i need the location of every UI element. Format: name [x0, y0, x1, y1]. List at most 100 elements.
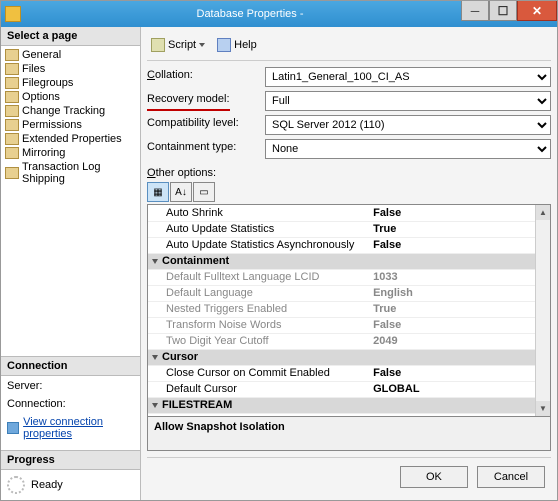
page-icon: [5, 77, 19, 89]
page-item-filegroups[interactable]: Filegroups: [1, 76, 140, 90]
grid-value: [369, 413, 550, 417]
cancel-button[interactable]: Cancel: [477, 466, 545, 488]
page-item-change-tracking[interactable]: Change Tracking: [1, 104, 140, 118]
grid-key: Close Cursor on Commit Enabled: [148, 365, 369, 381]
page-label: Options: [22, 91, 60, 103]
toolbar: Script Help: [147, 33, 551, 61]
grid-key: Transform Noise Words: [148, 317, 369, 333]
property-pages-button[interactable]: ▭: [193, 182, 215, 202]
page-item-permissions[interactable]: Permissions: [1, 118, 140, 132]
script-label: Script: [168, 39, 196, 51]
page-icon: [5, 147, 19, 159]
page-icon: [5, 49, 19, 61]
grid-row[interactable]: Default Fulltext Language LCID1033: [148, 269, 550, 285]
page-item-options[interactable]: Options: [1, 90, 140, 104]
page-list: GeneralFilesFilegroupsOptions Change Trac…: [1, 46, 140, 188]
view-connection-properties-link[interactable]: View connection properties: [7, 416, 134, 440]
grid-key: Default Language: [148, 285, 369, 301]
recovery-model-select[interactable]: Full: [265, 91, 551, 111]
page-icon: [5, 63, 19, 75]
page-item-files[interactable]: Files: [1, 62, 140, 76]
progress-status: Ready: [31, 479, 63, 491]
alphabetical-button[interactable]: A↓: [170, 182, 192, 202]
view-connection-properties-label: View connection properties: [23, 416, 134, 440]
help-label: Help: [234, 39, 257, 51]
help-icon: [217, 38, 231, 52]
grid-key: Default Fulltext Language LCID: [148, 269, 369, 285]
help-button[interactable]: Help: [213, 36, 261, 54]
grid-value: True: [369, 221, 550, 237]
expand-icon: [152, 259, 158, 264]
scroll-up-icon[interactable]: ▲: [536, 205, 550, 220]
script-button[interactable]: Script: [147, 36, 209, 54]
grid-key: FILESTREAM Directory Name: [148, 413, 369, 417]
progress-spinner-icon: [7, 476, 25, 494]
scroll-down-icon[interactable]: ▼: [536, 401, 550, 416]
app-icon: [5, 6, 21, 22]
grid-value: False: [369, 317, 550, 333]
grid-row[interactable]: FILESTREAM: [148, 397, 550, 413]
grid-row[interactable]: Cursor: [148, 349, 550, 365]
grid-row[interactable]: Close Cursor on Commit EnabledFalse: [148, 365, 550, 381]
connection-label: Connection:: [7, 398, 134, 410]
grid-row[interactable]: Default LanguageEnglish: [148, 285, 550, 301]
grid-key: Auto Update Statistics: [148, 221, 369, 237]
page-icon: [5, 105, 19, 117]
page-item-extended-properties[interactable]: Extended Properties: [1, 132, 140, 146]
maximize-button[interactable]: ☐: [489, 1, 517, 21]
grid-row[interactable]: FILESTREAM Directory Name: [148, 413, 550, 417]
close-button[interactable]: ✕: [517, 1, 557, 21]
page-icon: [5, 119, 19, 131]
grid-row[interactable]: Default CursorGLOBAL: [148, 381, 550, 397]
select-page-header: Select a page: [1, 27, 140, 46]
grid-value: False: [369, 205, 550, 221]
grid-key: Auto Update Statistics Asynchronously: [148, 237, 369, 253]
page-label: Permissions: [22, 119, 82, 131]
page-label: Mirroring: [22, 147, 65, 159]
grid-key: Default Cursor: [148, 381, 369, 397]
page-label: Transaction Log Shipping: [22, 161, 136, 185]
grid-value: 2049: [369, 333, 550, 349]
page-item-general[interactable]: General: [1, 48, 140, 62]
property-grid[interactable]: Auto ShrinkFalseAuto Update StatisticsTr…: [147, 204, 551, 417]
grid-row[interactable]: Auto ShrinkFalse: [148, 205, 550, 221]
minimize-button[interactable]: ─: [461, 1, 489, 21]
description-panel: Allow Snapshot Isolation: [147, 417, 551, 451]
page-label: Change Tracking: [22, 105, 105, 117]
grid-value: 1033: [369, 269, 550, 285]
page-icon: [5, 133, 19, 145]
grid-row[interactable]: Auto Update StatisticsTrue: [148, 221, 550, 237]
grid-row[interactable]: Transform Noise WordsFalse: [148, 317, 550, 333]
grid-value: False: [369, 365, 550, 381]
grid-value: True: [369, 301, 550, 317]
grid-row[interactable]: Containment: [148, 253, 550, 269]
compatibility-select[interactable]: SQL Server 2012 (110): [265, 115, 551, 135]
dropdown-icon: [199, 43, 205, 47]
expand-icon: [152, 403, 158, 408]
containment-label: Containment type:: [147, 139, 257, 159]
left-panel: Select a page GeneralFilesFilegroupsOpti…: [1, 27, 141, 500]
page-label: Files: [22, 63, 45, 75]
script-icon: [151, 38, 165, 52]
scrollbar[interactable]: ▲ ▼: [535, 205, 550, 416]
properties-icon: [7, 422, 19, 434]
collation-select[interactable]: Latin1_General_100_CI_AS: [265, 67, 551, 87]
connection-header: Connection: [1, 356, 140, 376]
expand-icon: [152, 355, 158, 360]
categorized-button[interactable]: ▦: [147, 182, 169, 202]
page-label: Extended Properties: [22, 133, 122, 145]
recovery-model-label: Recovery model:: [147, 91, 230, 111]
ok-button[interactable]: OK: [400, 466, 468, 488]
page-item-transaction-log-shipping[interactable]: Transaction Log Shipping: [1, 160, 140, 186]
containment-select[interactable]: None: [265, 139, 551, 159]
compatibility-label: Compatibility level:: [147, 115, 257, 135]
page-icon: [5, 91, 19, 103]
grid-row[interactable]: Auto Update Statistics AsynchronouslyFal…: [148, 237, 550, 253]
collation-label: Collation:: [147, 67, 257, 87]
grid-row[interactable]: Two Digit Year Cutoff2049: [148, 333, 550, 349]
page-item-mirroring[interactable]: Mirroring: [1, 146, 140, 160]
grid-row[interactable]: Nested Triggers EnabledTrue: [148, 301, 550, 317]
description-title: Allow Snapshot Isolation: [154, 421, 544, 433]
progress-header: Progress: [1, 450, 140, 470]
grid-key: Auto Shrink: [148, 205, 369, 221]
